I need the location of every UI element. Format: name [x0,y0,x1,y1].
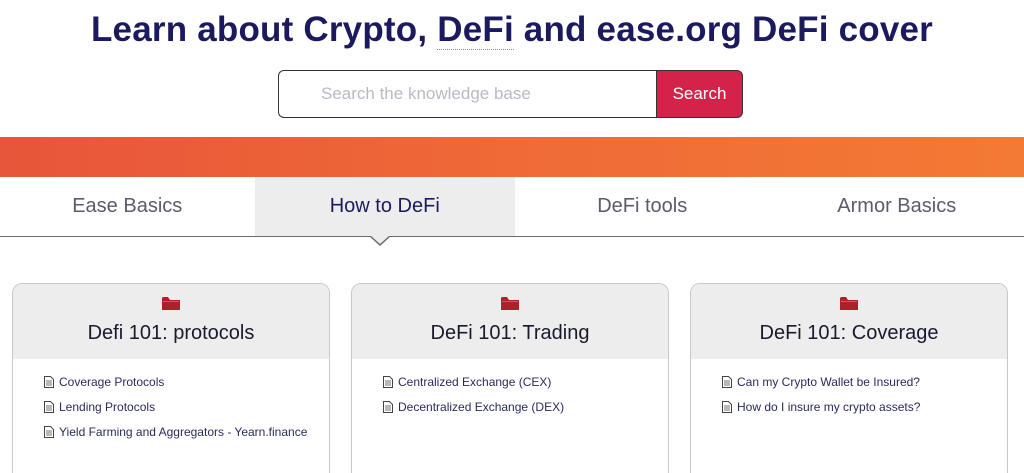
article-list: Can my Crypto Wallet be Insured? How do … [691,359,1007,419]
folder-icon [162,297,180,310]
category-card: DeFi 101: Trading Centralized Exchange (… [351,283,669,473]
folder-icon [501,297,519,310]
card-title[interactable]: DeFi 101: Trading [352,322,668,345]
tab-armor-basics[interactable]: Armor Basics [770,177,1024,236]
card-header: DeFi 101: Coverage [691,284,1007,359]
tab-how-to-defi[interactable]: How to DeFi [254,177,515,236]
card-header: DeFi 101: Trading [352,284,668,359]
document-icon [383,375,393,388]
article-title: Can my Crypto Wallet be Insured? [737,374,920,389]
article-title: Lending Protocols [59,399,156,414]
article-link[interactable]: Can my Crypto Wallet be Insured? [722,369,1007,394]
orange-banner [0,137,1024,177]
article-list: Coverage Protocols Lending Protocols Yie… [13,359,329,444]
article-title: How do I insure my crypto assets? [737,399,921,414]
defi-term-link[interactable]: DeFi [437,10,514,50]
article-list: Centralized Exchange (CEX) Decentralized… [352,359,668,419]
article-title: Decentralized Exchange (DEX) [398,399,565,414]
search-form: Search [278,70,743,118]
document-icon [44,400,54,413]
tab-ease-basics[interactable]: Ease Basics [0,177,255,236]
article-title: Yield Farming and Aggregators - Yearn.fi… [59,424,308,439]
active-tab-pointer [369,235,391,246]
document-icon [722,400,732,413]
document-icon [383,400,393,413]
article-link[interactable]: Coverage Protocols [44,369,329,394]
category-card: DeFi 101: Coverage Can my Crypto Wallet … [690,283,1008,473]
article-link[interactable]: How do I insure my crypto assets? [722,394,1007,419]
search-input[interactable] [278,70,656,118]
card-title[interactable]: DeFi 101: Coverage [691,322,1007,345]
search-button[interactable]: Search [656,70,743,118]
page-title: Learn about Crypto, DeFi and ease.org De… [0,10,1024,50]
document-icon [44,375,54,388]
title-text-end: and ease.org DeFi cover [513,10,934,49]
folder-icon [840,297,858,310]
card-title[interactable]: Defi 101: protocols [13,322,329,345]
article-title: Coverage Protocols [59,374,165,389]
category-card: Defi 101: protocols Coverage Protocols L… [12,283,330,473]
article-link[interactable]: Lending Protocols [44,394,329,419]
card-header: Defi 101: protocols [13,284,329,359]
category-tabs: Ease Basics How to DeFi DeFi tools Armor… [0,177,1024,237]
document-icon [722,375,732,388]
article-link[interactable]: Yield Farming and Aggregators - Yearn.fi… [44,419,329,444]
article-title: Centralized Exchange (CEX) [398,374,552,389]
tab-defi-tools[interactable]: DeFi tools [515,177,770,236]
document-icon [44,425,54,438]
article-link[interactable]: Centralized Exchange (CEX) [383,369,668,394]
title-text-start: Learn about Crypto, [90,10,438,49]
article-link[interactable]: Decentralized Exchange (DEX) [383,394,668,419]
